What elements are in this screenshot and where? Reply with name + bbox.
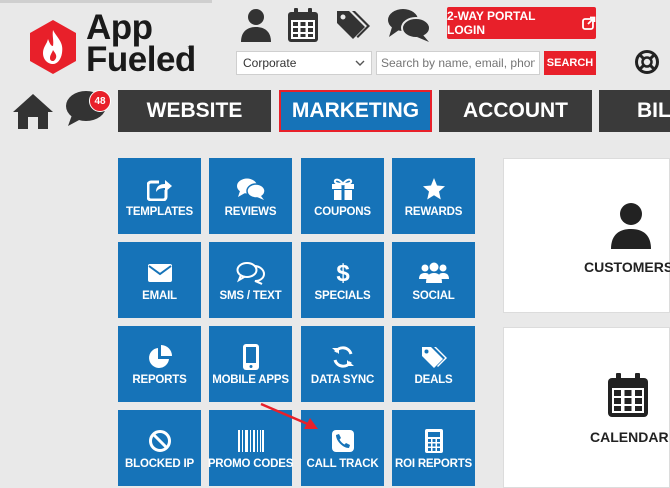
- calendar-icon: [608, 373, 648, 422]
- location-select[interactable]: Corporate: [236, 51, 372, 75]
- chevron-down-icon: [355, 60, 365, 66]
- tile-data-sync[interactable]: DATA SYNC: [301, 326, 384, 402]
- tile-sms-text[interactable]: SMS / TEXT: [209, 242, 292, 318]
- tile-label: REVIEWS: [224, 206, 277, 218]
- card-label: CALENDAR: [590, 429, 669, 445]
- star-icon: [422, 176, 446, 202]
- tile-specials[interactable]: $ SPECIALS: [301, 242, 384, 318]
- app-fueled-logo[interactable]: App Fueled ™: [28, 10, 198, 80]
- tile-label: PROMO CODES: [207, 458, 294, 470]
- tile-mobile-apps[interactable]: MOBILE APPS: [209, 326, 292, 402]
- portal-login-button[interactable]: 2-WAY PORTAL LOGIN: [447, 7, 596, 39]
- user-icon[interactable]: [240, 6, 272, 44]
- tile-label: DATA SYNC: [310, 374, 375, 386]
- pie-chart-icon: [148, 344, 172, 370]
- location-select-value: Corporate: [243, 56, 297, 70]
- tile-label: TEMPLATES: [126, 206, 193, 218]
- top-strip: [0, 0, 212, 3]
- tile-label: SMS / TEXT: [219, 290, 282, 302]
- tab-billing[interactable]: BILL: [599, 90, 670, 132]
- card-customers[interactable]: CUSTOMERS: [503, 158, 670, 313]
- card-calendar[interactable]: CALENDAR: [503, 327, 670, 488]
- svg-text:$: $: [336, 260, 350, 286]
- mobile-icon: [242, 344, 259, 370]
- tile-blocked-ip[interactable]: BLOCKED IP: [118, 410, 201, 486]
- phone-icon: [331, 428, 354, 454]
- tile-label: CALL TRACK: [306, 458, 379, 470]
- tags-icon: [421, 344, 447, 370]
- tile-label: EMAIL: [142, 290, 177, 302]
- tile-label: DEALS: [414, 374, 453, 386]
- users-icon: [418, 260, 449, 286]
- comments-icon[interactable]: [387, 6, 431, 44]
- tags-icon[interactable]: [335, 6, 371, 44]
- home-icon[interactable]: [12, 92, 54, 135]
- tile-templates[interactable]: TEMPLATES: [118, 158, 201, 234]
- search-button[interactable]: SEARCH: [544, 51, 596, 75]
- tile-label: COUPONS: [314, 206, 371, 218]
- annotation-arrow-icon: [260, 402, 318, 429]
- tab-account[interactable]: ACCOUNT: [439, 90, 592, 132]
- envelope-icon: [147, 260, 172, 286]
- portal-login-label: 2-WAY PORTAL LOGIN: [447, 9, 536, 37]
- tab-website[interactable]: WEBSITE: [118, 90, 271, 132]
- tile-email[interactable]: EMAIL: [118, 242, 201, 318]
- user-icon: [610, 203, 652, 254]
- tile-label: ROI REPORTS: [394, 458, 473, 470]
- tab-marketing[interactable]: MARKETING: [279, 90, 432, 132]
- brand-name: App Fueled: [86, 10, 196, 79]
- share-square-icon: [146, 176, 173, 202]
- tile-label: SOCIAL: [412, 290, 455, 302]
- comments-icon: [236, 176, 266, 202]
- notification-badge: 48: [89, 90, 111, 112]
- dollar-icon: $: [335, 260, 351, 286]
- flame-logo-icon: [30, 20, 76, 74]
- tile-coupons[interactable]: COUPONS: [301, 158, 384, 234]
- calculator-icon: [424, 428, 443, 454]
- calendar-icon[interactable]: [288, 6, 318, 44]
- tile-label: SPECIALS: [314, 290, 371, 302]
- chat-outline-icon: [236, 260, 266, 286]
- tile-label: REWARDS: [404, 206, 463, 218]
- external-link-icon: [582, 16, 596, 30]
- tile-rewards[interactable]: REWARDS: [392, 158, 475, 234]
- tile-label: MOBILE APPS: [212, 374, 289, 386]
- gift-icon: [331, 176, 355, 202]
- brand-line-2: Fueled: [86, 40, 196, 79]
- lifebuoy-icon[interactable]: [634, 49, 660, 80]
- tile-label: BLOCKED IP: [125, 458, 194, 470]
- tile-reports[interactable]: REPORTS: [118, 326, 201, 402]
- tile-deals[interactable]: DEALS: [392, 326, 475, 402]
- tile-roi-reports[interactable]: ROI REPORTS: [392, 410, 475, 486]
- ban-icon: [148, 428, 172, 454]
- trademark: ™: [187, 46, 194, 53]
- search-input[interactable]: [376, 51, 540, 75]
- tile-reviews[interactable]: REVIEWS: [209, 158, 292, 234]
- tile-social[interactable]: SOCIAL: [392, 242, 475, 318]
- tile-label: REPORTS: [132, 374, 187, 386]
- card-label: CUSTOMERS: [584, 259, 670, 275]
- sync-icon: [331, 344, 355, 370]
